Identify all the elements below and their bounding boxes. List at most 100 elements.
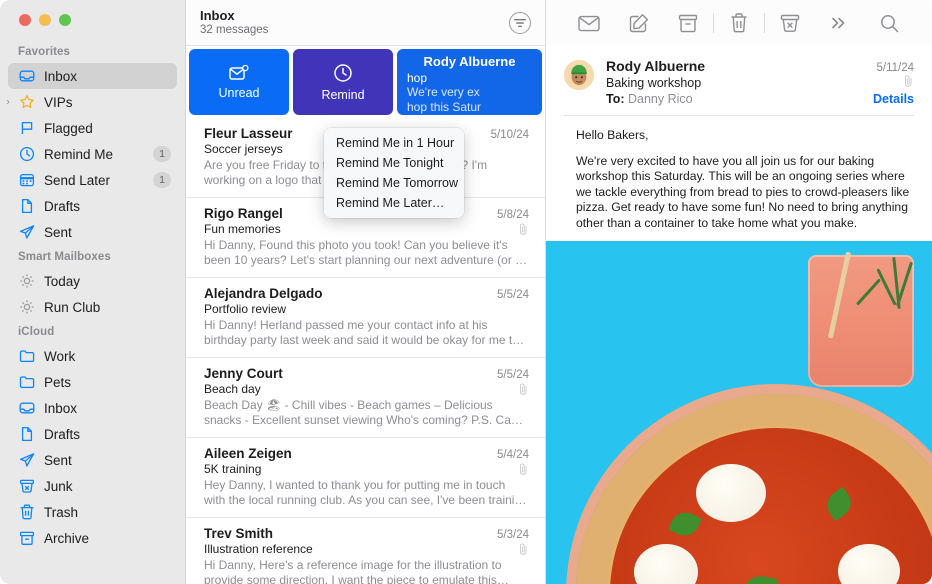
message-list-body[interactable]: Unread Remind Rody Albuerne hop We're ve… [186, 46, 545, 584]
sidebar-item-inbox[interactable]: Inbox [8, 395, 177, 421]
message-recipient: To: Danny Rico [606, 92, 873, 106]
sidebar-item-label: Sent [44, 224, 72, 240]
context-menu-item[interactable]: Remind Me in 1 Hour [324, 133, 464, 153]
junk-icon [780, 14, 799, 32]
archive-button[interactable] [663, 8, 713, 38]
to-value: Danny Rico [628, 92, 693, 106]
margherita-pizza-photo[interactable] [546, 241, 932, 584]
delete-button[interactable] [714, 8, 764, 38]
archive-icon [18, 529, 36, 547]
paper-plane-icon [18, 223, 36, 241]
close-button[interactable] [19, 14, 31, 26]
sidebar-item-label: Inbox [44, 400, 78, 416]
sidebar-item-run-club[interactable]: Run Club [8, 294, 177, 320]
sidebar-item-sent[interactable]: Sent [8, 447, 177, 473]
message-list-item[interactable]: Trev Smith 5/3/24 Illustration reference Hi… [186, 518, 545, 584]
message-sender: Trev Smith [204, 526, 274, 541]
message-list-item[interactable]: Alejandra Delgado 5/5/24 Portfolio review H… [186, 278, 545, 358]
remind-me-context-menu[interactable]: Remind Me in 1 Hour Remind Me Tonight Remi… [324, 128, 464, 218]
sidebar-item-junk[interactable]: Junk [8, 473, 177, 499]
junk-icon [18, 477, 36, 495]
flag-icon [18, 119, 36, 137]
message-preview: Hi Danny, Found this photo you took! Can… [204, 238, 526, 267]
sidebar-item-label: Drafts [44, 198, 81, 214]
sidebar-item-label: Pets [44, 374, 72, 390]
message-list-item[interactable]: Aileen Zeigen 5/4/24 5K training Hey Danny,… [186, 438, 545, 518]
sidebar-item-label: Flagged [44, 120, 93, 136]
attachment-icon [904, 75, 912, 87]
swipe-remind-button[interactable]: Remind [293, 49, 393, 115]
message-list-item[interactable]: Jenny Court 5/5/24 Beach day Beach Day 🏖 - … [186, 358, 545, 438]
message-date: 5/8/24 [497, 209, 529, 221]
message-header: Rody Albuerne 5/11/24 Baking workshop To… [546, 46, 932, 106]
minimize-button[interactable] [39, 14, 51, 26]
context-menu-item[interactable]: Remind Me Tomorrow [324, 173, 464, 193]
compose-button[interactable] [614, 8, 664, 38]
sidebar-item-today[interactable]: Today [8, 268, 177, 294]
straw [827, 251, 852, 339]
message-body: Hello Bakers, We're very excited to have… [546, 116, 932, 241]
sidebar-item-archive[interactable]: Archive [8, 525, 177, 551]
star-icon [18, 93, 36, 111]
message-subject: 5K training [204, 462, 262, 476]
sidebar-item-flagged[interactable]: Flagged [8, 115, 177, 141]
filter-icon[interactable] [509, 11, 531, 34]
trash-icon [18, 503, 36, 521]
swipe-unread-button[interactable]: Unread [189, 49, 289, 115]
context-menu-item[interactable]: Remind Me Later… [324, 193, 464, 213]
sidebar: Favorites Inbox › VIPs Flagged Remind Me 1 Send… [0, 0, 186, 584]
sidebar-item-inbox[interactable]: Inbox [8, 63, 177, 89]
sidebar-item-drafts[interactable]: Drafts [8, 193, 177, 219]
message-subject: Baking workshop [606, 76, 702, 90]
message-date: 5/10/24 [490, 129, 529, 141]
message-list-header: Inbox 32 messages [186, 0, 545, 46]
inbox-icon [18, 67, 36, 85]
mark-unread-button[interactable] [564, 8, 614, 38]
folder-icon [18, 373, 36, 391]
zoom-button[interactable] [59, 14, 71, 26]
gear-icon [18, 272, 36, 290]
sidebar-item-drafts[interactable]: Drafts [8, 421, 177, 447]
sidebar-item-work[interactable]: Work [8, 343, 177, 369]
inbox-icon [18, 399, 36, 417]
envelope-icon [578, 15, 600, 31]
message-date: 5/11/24 [876, 62, 914, 74]
sidebar-item-send-later[interactable]: Send Later 1 [8, 167, 177, 193]
swipe-action-row[interactable]: Unread Remind Rody Albuerne hop We're ve… [186, 46, 545, 118]
sidebar-item-label: Today [44, 273, 81, 289]
gear-icon [18, 298, 36, 316]
search-button[interactable] [864, 8, 914, 38]
sidebar-item-label: VIPs [44, 94, 73, 110]
unread-badge: 1 [153, 146, 171, 162]
message-preview: Hi Danny! Herland passed me your contact… [204, 318, 519, 347]
message-subject: Fun memories [204, 222, 281, 236]
selected-message-row[interactable]: Rody Albuerne hop We're very ex hop this… [397, 49, 542, 115]
junk-button[interactable] [765, 8, 815, 38]
selected-message-sender: Rody Albuerne [423, 54, 516, 69]
message-preview: Hey Danny, I wanted to thank you for put… [204, 478, 528, 507]
message-preview: Beach Day 🏖 - Chill vibes - Beach games … [204, 398, 518, 427]
sidebar-item-sent[interactable]: Sent [8, 219, 177, 245]
mail-window: Favorites Inbox › VIPs Flagged Remind Me 1 Send… [0, 0, 932, 584]
message-list-column: Inbox 32 messages Unread Remind Rody Alb… [186, 0, 546, 584]
sidebar-section-header: Favorites [18, 46, 71, 58]
context-menu-item[interactable]: Remind Me Tonight [324, 153, 464, 173]
chevron-right-icon[interactable]: › [2, 97, 14, 108]
mozzarella [696, 464, 766, 522]
attachment-icon [519, 383, 527, 395]
pizza [576, 394, 932, 584]
clock-icon [334, 63, 352, 82]
sidebar-item-trash[interactable]: Trash [8, 499, 177, 525]
selected-message-subject: hop [407, 71, 428, 85]
message-sender: Alejandra Delgado [204, 286, 323, 301]
sidebar-item-remind-me[interactable]: Remind Me 1 [8, 141, 177, 167]
more-button[interactable] [815, 8, 865, 38]
sidebar-item-pets[interactable]: Pets [8, 369, 177, 395]
window-controls [0, 0, 185, 40]
sidebar-item-vips[interactable]: › VIPs [6, 89, 177, 115]
sidebar-section-header: Smart Mailboxes [18, 251, 111, 263]
document-icon [18, 425, 36, 443]
chevron-double-right-icon [832, 17, 845, 29]
details-link[interactable]: Details [873, 92, 914, 106]
sidebar-item-label: Drafts [44, 426, 81, 442]
